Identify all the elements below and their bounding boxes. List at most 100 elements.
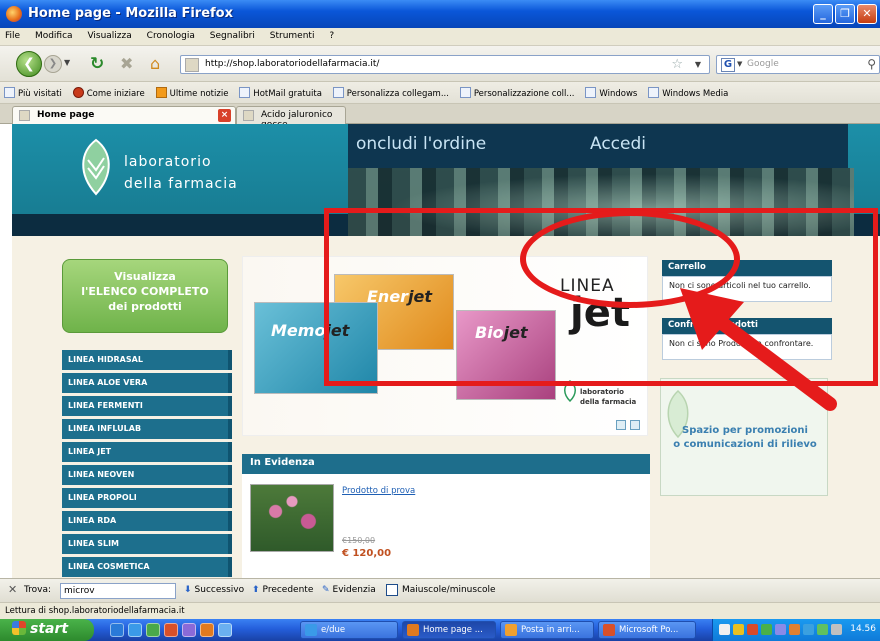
bookmark-hotmail[interactable]: HotMail gratuita [235,82,326,99]
maximize-button[interactable]: ❐ [835,4,855,24]
bookmark-ultime-notizie[interactable]: Ultime notizie [152,82,233,99]
matchcase-label[interactable]: Maiuscole/minuscole [402,585,496,595]
minimize-button[interactable]: _ [813,4,833,24]
menu-segnalibri[interactable]: Segnalibri [204,28,261,44]
search-box[interactable]: G ▼ Google ⚲ [716,55,880,74]
url-dropdown-icon[interactable]: ▼ [695,60,701,69]
tab-acido-jaluronico[interactable]: Acido jaluronico gocce [236,106,346,130]
tray-icon[interactable] [747,624,758,635]
quicklaunch-outlook-icon[interactable] [110,623,124,637]
close-button[interactable]: ✕ [857,4,877,24]
nav-accedi-link[interactable]: Accedi [590,134,646,154]
find-prev-button[interactable]: ⬆ Precedente [252,585,313,595]
category-link[interactable]: LINEA PROPOLI [62,488,232,508]
bookmark-label: Windows [599,89,638,99]
search-icon[interactable]: ⚲ [867,57,876,71]
back-button[interactable]: ❮ [16,51,42,77]
find-next-button[interactable]: ⬇ Successivo [184,585,244,595]
taskbar-button-homepage[interactable]: Home page ... [402,621,496,639]
featured-product-image[interactable] [250,484,334,552]
menu-strumenti[interactable]: Strumenti [264,28,321,44]
tray-icon[interactable] [733,624,744,635]
tray-icon[interactable] [803,624,814,635]
find-input[interactable]: microv [60,583,176,599]
tray-icon[interactable] [789,624,800,635]
google-engine-icon[interactable]: G [721,58,735,72]
tray-icon[interactable] [761,624,772,635]
tab-home-page[interactable]: Home page × [12,106,236,124]
clock[interactable]: 14.56 [850,624,876,634]
tray-icon[interactable] [831,624,842,635]
bookmark-label: Ultime notizie [169,89,229,99]
url-text[interactable]: http://shop.laboratoriodellafarmacia.it/ [205,59,379,69]
tab-close-icon[interactable]: × [218,109,231,122]
site-favicon-icon [185,58,199,72]
quicklaunch-firefox-icon[interactable] [200,623,214,637]
tray-icon[interactable] [817,624,828,635]
engine-dropdown-icon[interactable]: ▼ [737,60,742,68]
banner-mini-logo-line2: della farmacia [580,398,637,406]
quicklaunch-desktop-icon[interactable] [146,623,160,637]
taskbar-button-posta[interactable]: Posta in arri... [500,621,594,639]
quicklaunch-app-icon[interactable] [182,623,196,637]
quicklaunch-media-icon[interactable] [164,623,178,637]
stop-button[interactable]: ✖ [120,54,133,73]
category-link[interactable]: LINEA INFLULAB [62,419,232,439]
menu-file[interactable]: File [0,28,26,44]
category-link[interactable]: LINEA FERMENTI [62,396,232,416]
menu-help[interactable]: ? [323,28,340,44]
category-link[interactable]: LINEA HIDRASAL [62,350,232,370]
featured-price: € 120,00 [342,548,392,559]
elenco-line1: Visualizza [114,270,176,283]
bookmark-windows[interactable]: Windows [581,82,641,99]
bookmark-come-iniziare[interactable]: Come iniziare [69,82,149,99]
banner-pager-dot[interactable] [616,420,626,430]
find-next-label: Successivo [194,585,245,595]
promo-line2: o comunicazioni di rilievo [673,439,817,450]
bookmark-personalizza[interactable]: Personalizza collegam... [329,82,453,99]
bookmark-star-icon[interactable]: ☆ [671,57,683,72]
firefox-icon [6,6,22,22]
quicklaunch-ie-icon[interactable] [128,623,142,637]
forward-button[interactable]: ❯ [44,55,62,73]
category-link[interactable]: LINEA RDA [62,511,232,531]
menu-modifica[interactable]: Modifica [29,28,79,44]
featured-old-price: €150,00 [342,536,376,545]
start-label: start [30,621,69,637]
tray-icon[interactable] [719,624,730,635]
reload-button[interactable]: ↻ [90,54,104,74]
nav-concludi-ordine-link[interactable]: oncludi l'ordine [356,134,486,154]
banner-mini-logo-line1: laboratorio [580,388,624,396]
bookmark-personalizzazione[interactable]: Personalizzazione coll... [456,82,579,99]
category-link[interactable]: LINEA JET [62,442,232,462]
close-findbar-icon[interactable]: ✕ [8,583,17,596]
home-button[interactable]: ⌂ [150,54,160,73]
menu-cronologia[interactable]: Cronologia [141,28,201,44]
category-link[interactable]: LINEA COSMETICA [62,557,232,577]
quicklaunch-ie2-icon[interactable] [218,623,232,637]
history-dropdown-icon[interactable]: ▼ [64,58,70,67]
taskbar-button-edue[interactable]: e/due [300,621,398,639]
firefox-icon [407,624,419,636]
category-link[interactable]: LINEA SLIM [62,534,232,554]
start-button[interactable]: start [0,619,94,641]
banner-pager-dot[interactable] [630,420,640,430]
taskbar-button-powerpoint[interactable]: Microsoft Po... [598,621,696,639]
taskbar-button-label: Microsoft Po... [619,625,679,635]
elenco-completo-button[interactable]: Visualizza l'ELENCO COMPLETO dei prodott… [62,259,228,333]
folder-icon [4,87,15,98]
url-bar[interactable]: http://shop.laboratoriodellafarmacia.it/… [180,55,710,74]
matchcase-checkbox[interactable] [386,584,398,596]
category-link[interactable]: LINEA NEOVEN [62,465,232,485]
bookmark-piu-visitati[interactable]: Più visitati [0,82,66,99]
category-link[interactable]: LINEA ALOE VERA [62,373,232,393]
powerpoint-icon [603,624,615,636]
featured-product-link[interactable]: Prodotto di prova [342,486,415,496]
site-logo-leaf-icon[interactable] [74,138,118,196]
menu-visualizza[interactable]: Visualizza [81,28,137,44]
bookmark-windows-media[interactable]: Windows Media [644,82,732,99]
find-highlight-button[interactable]: ✎ Evidenzia [322,585,376,595]
search-placeholder[interactable]: Google [747,59,779,69]
tray-icon[interactable] [775,624,786,635]
box-memo-label: Memo [271,321,326,340]
